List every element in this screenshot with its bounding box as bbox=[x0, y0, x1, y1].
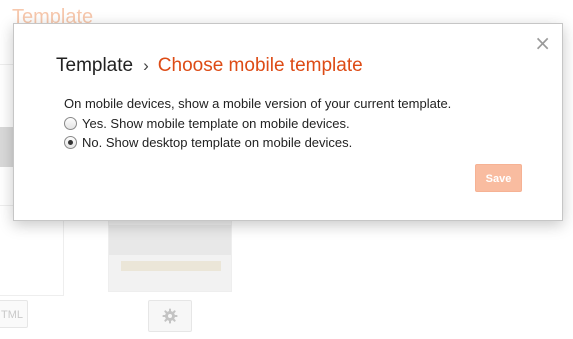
gear-icon bbox=[162, 308, 178, 324]
mobile-template-dialog: × Template › Choose mobile template On mob… bbox=[13, 23, 563, 221]
background-template-thumbnail bbox=[108, 214, 232, 292]
save-button[interactable]: Save bbox=[475, 164, 522, 192]
screen: Template TML × Template › Choose mobile te… bbox=[0, 0, 573, 339]
option-yes-label[interactable]: Yes. Show mobile template on mobile devi… bbox=[82, 116, 350, 131]
thumbnail-bar bbox=[121, 261, 221, 271]
background-gear-button[interactable] bbox=[148, 300, 192, 332]
option-no-label[interactable]: No. Show desktop template on mobile devi… bbox=[82, 135, 352, 150]
background-edit-html-button[interactable]: TML bbox=[0, 300, 28, 328]
radio-yes[interactable] bbox=[64, 117, 77, 130]
radio-no[interactable] bbox=[64, 136, 77, 149]
option-yes-mobile[interactable]: Yes. Show mobile template on mobile devi… bbox=[64, 114, 451, 133]
option-no-desktop[interactable]: No. Show desktop template on mobile devi… bbox=[64, 133, 451, 152]
intro-text: On mobile devices, show a mobile version… bbox=[64, 96, 452, 111]
dialog-breadcrumb: Template › Choose mobile template bbox=[56, 54, 363, 78]
breadcrumb-root[interactable]: Template bbox=[56, 55, 133, 76]
breadcrumb-separator: › bbox=[143, 56, 149, 75]
close-icon[interactable]: × bbox=[534, 33, 551, 53]
thumbnail-band bbox=[109, 225, 231, 255]
breadcrumb-current: Choose mobile template bbox=[157, 55, 363, 76]
dialog-body: On mobile devices, show a mobile version… bbox=[64, 96, 451, 152]
